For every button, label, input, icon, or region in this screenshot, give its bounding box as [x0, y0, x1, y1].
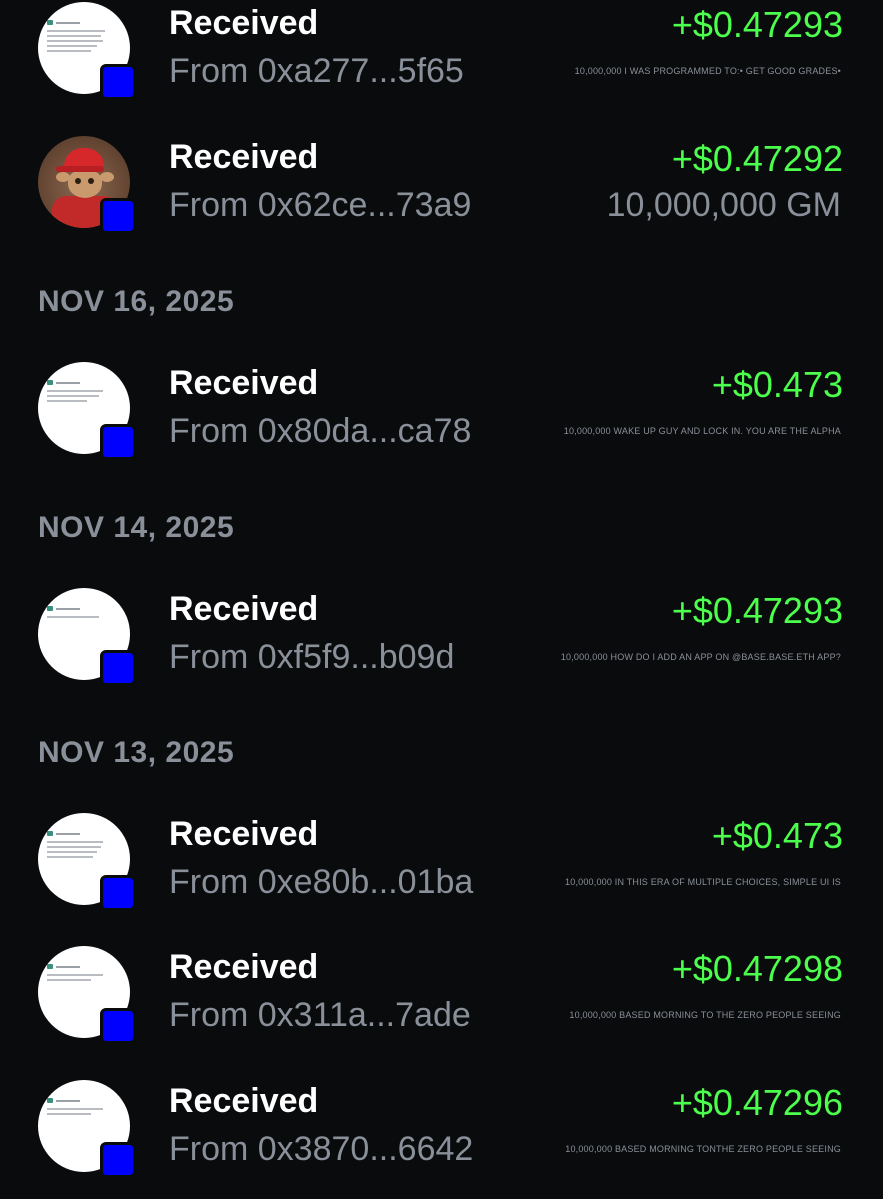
base-network-badge-icon [100, 1142, 136, 1178]
sender-address: From 0xa277...5f65 [169, 52, 464, 90]
avatar [38, 588, 136, 686]
transaction-memo: 10,000,000 I WAS PROGRAMMED TO:• GET GOO… [574, 66, 841, 76]
transaction-row[interactable]: Received From 0x62ce...73a9 +$0.47292 10… [0, 136, 883, 256]
date-header: NOV 13, 2025 [38, 736, 235, 769]
transaction-amount: +$0.47293 [671, 590, 843, 631]
transaction-title: Received [169, 948, 319, 986]
avatar [38, 2, 136, 100]
base-network-badge-icon [100, 1008, 136, 1044]
base-network-badge-icon [100, 650, 136, 686]
transaction-amount: +$0.47293 [671, 4, 843, 45]
transaction-memo: 10,000,000 HOW DO I ADD AN APP ON @BASE.… [560, 652, 841, 662]
transaction-title: Received [169, 815, 319, 853]
base-network-badge-icon [100, 64, 136, 100]
transaction-row[interactable]: Received From 0xe80b...01ba +$0.473 10,0… [0, 813, 883, 933]
transaction-memo: 10,000,000 BASED MORNING TONTHE ZERO PEO… [565, 1144, 841, 1154]
avatar [38, 946, 136, 1044]
transaction-title: Received [169, 364, 319, 402]
transaction-row[interactable]: Received From 0xf5f9...b09d +$0.47293 10… [0, 588, 883, 708]
sender-address: From 0x62ce...73a9 [169, 186, 472, 224]
transaction-title: Received [169, 1082, 319, 1120]
transaction-title: Received [169, 138, 319, 176]
transaction-memo: 10,000,000 WAKE UP GUY AND LOCK IN. YOU … [563, 426, 841, 436]
transaction-row[interactable]: Received From 0xa277...5f65 +$0.47293 10… [0, 2, 883, 122]
transaction-amount: +$0.47298 [671, 948, 843, 989]
transaction-amount: +$0.47296 [671, 1082, 843, 1123]
sender-address: From 0xe80b...01ba [169, 863, 474, 901]
transaction-memo: 10,000,000 IN THIS ERA OF MULTIPLE CHOIC… [565, 877, 841, 887]
sender-address: From 0x80da...ca78 [169, 412, 472, 450]
avatar [38, 362, 136, 460]
base-network-badge-icon [100, 875, 136, 911]
avatar [38, 813, 136, 911]
base-network-badge-icon [100, 198, 136, 234]
transaction-amount: +$0.473 [711, 815, 843, 856]
sender-address: From 0xf5f9...b09d [169, 638, 455, 676]
transaction-title: Received [169, 590, 319, 628]
transaction-amount: +$0.473 [711, 364, 843, 405]
date-header: NOV 14, 2025 [38, 511, 235, 544]
sender-address: From 0x311a...7ade [169, 996, 471, 1034]
transaction-row[interactable]: Received From 0x311a...7ade +$0.47298 10… [0, 946, 883, 1066]
transaction-feed: Received From 0xa277...5f65 +$0.47293 10… [0, 0, 883, 1199]
avatar [38, 1080, 136, 1178]
transaction-row[interactable]: Received From 0x80da...ca78 +$0.473 10,0… [0, 362, 883, 482]
transaction-memo: 10,000,000 BASED MORNING TO THE ZERO PEO… [569, 1010, 841, 1020]
transaction-row[interactable]: Received From 0x3870...6642 +$0.47296 10… [0, 1080, 883, 1199]
sender-address: From 0x3870...6642 [169, 1130, 474, 1168]
base-network-badge-icon [100, 424, 136, 460]
avatar [38, 136, 136, 234]
date-header: NOV 16, 2025 [38, 285, 235, 318]
transaction-memo: 10,000,000 GM [606, 186, 841, 224]
transaction-title: Received [169, 4, 319, 42]
transaction-amount: +$0.47292 [671, 138, 843, 179]
